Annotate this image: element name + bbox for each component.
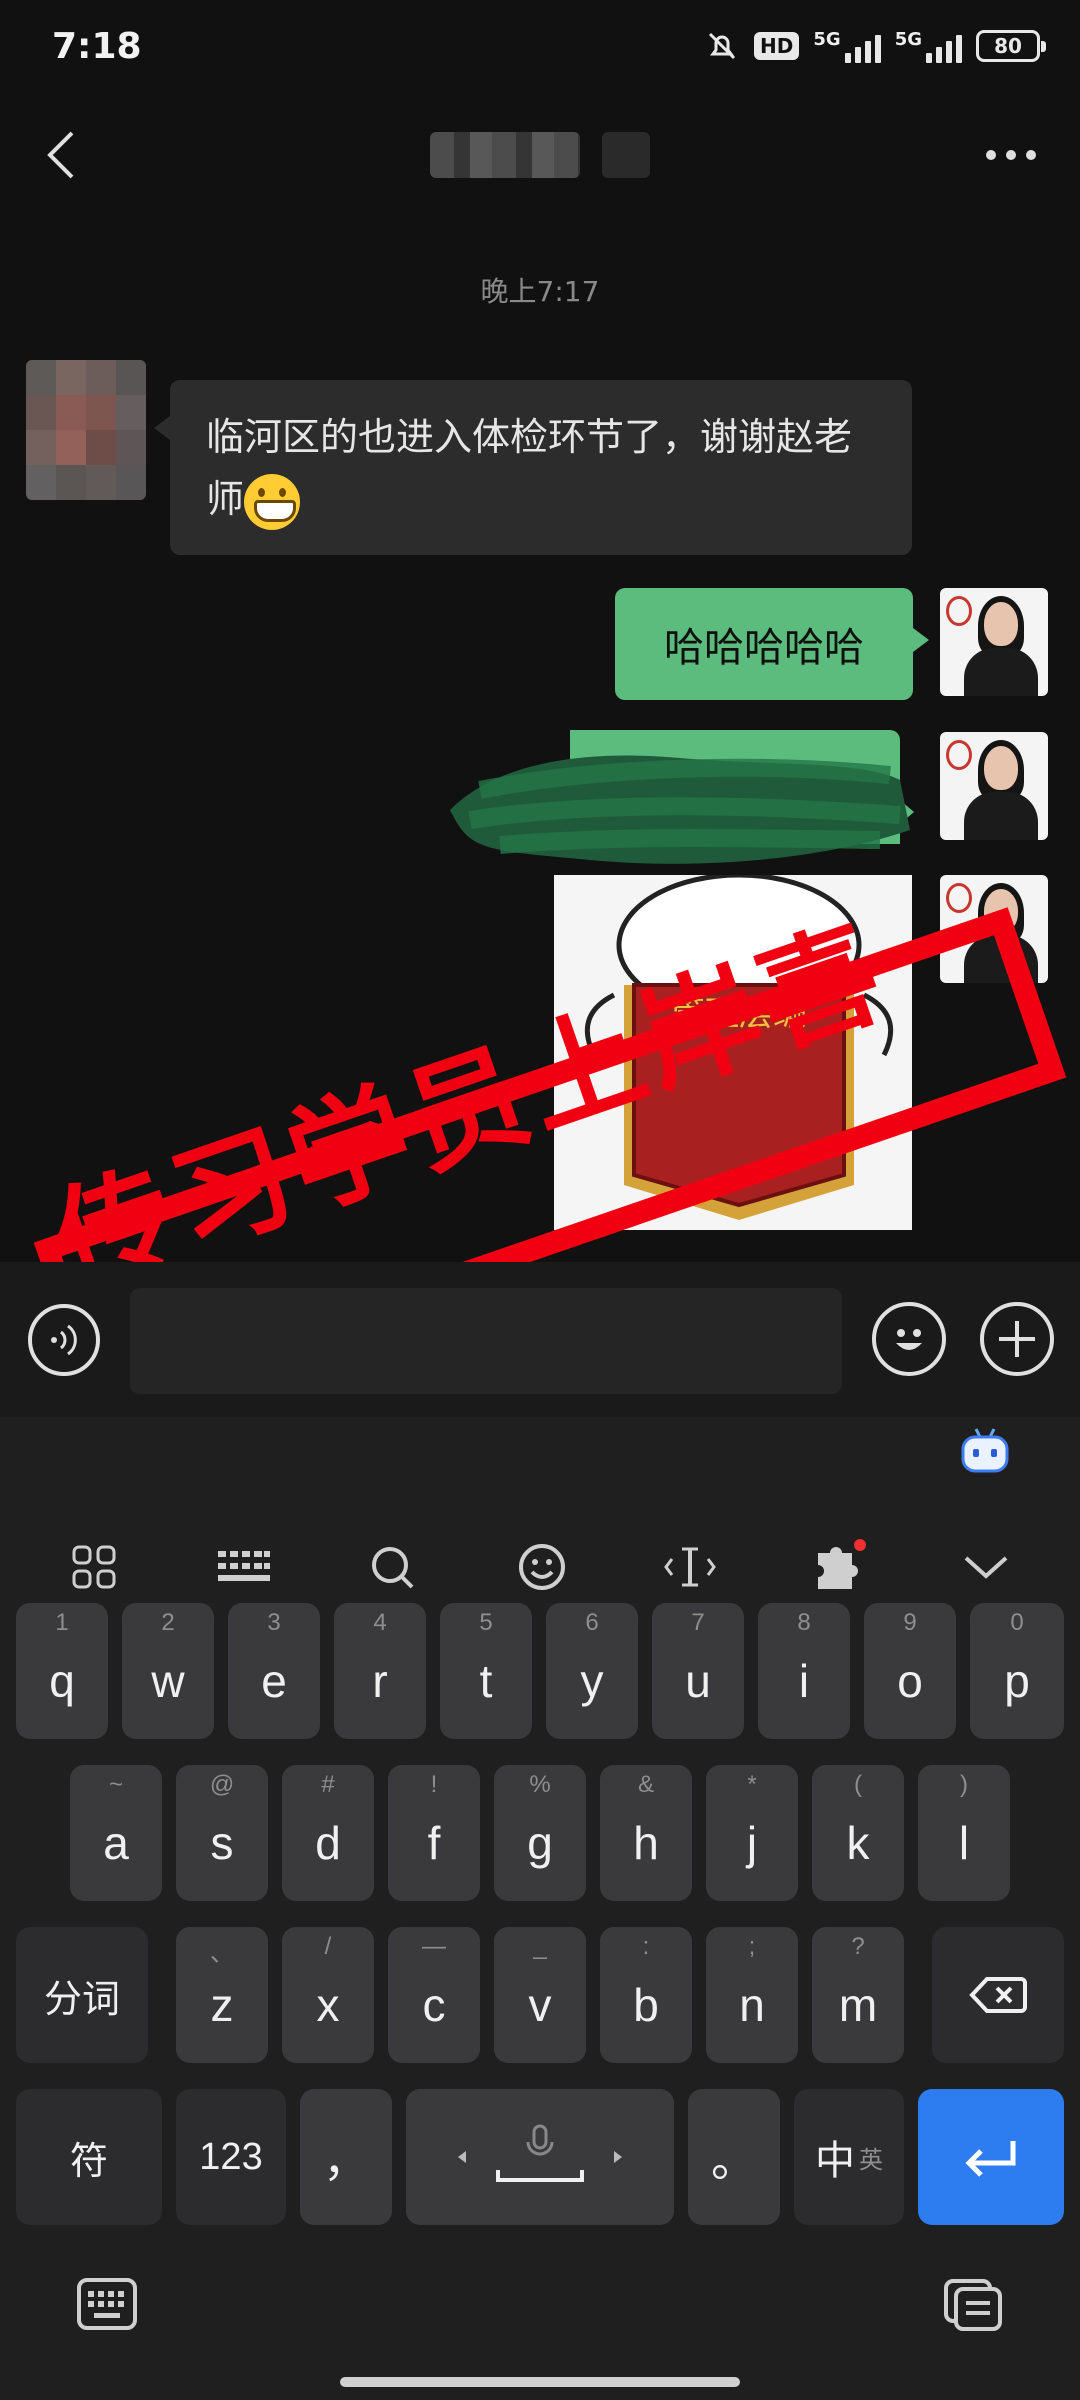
key-t[interactable]: 5t [440,1603,532,1739]
chat-header [0,100,1080,210]
key-symbols[interactable]: 符 [16,2089,162,2225]
incoming-message-bubble[interactable]: 临河区的也进入体检环节了，谢谢赵老师 [154,380,912,555]
space-mic-icon [458,2124,622,2182]
signal-icon-1: 5G [813,29,881,63]
key-e[interactable]: 3e [228,1603,320,1739]
network-label-1: 5G [813,29,841,50]
grinning-emoji-icon [244,473,301,530]
key-u[interactable]: 7u [652,1603,744,1739]
key-h[interactable]: & h [600,1765,692,1901]
key-language-switch[interactable]: 中英 [794,2089,904,2225]
status-bar: 7:18 HD 5G 5G 80 [0,0,1080,100]
soft-keyboard: 1q 2w 3e 4r 5t 6y 7u 8i 9o 0p ~ a @ s # d !… [0,1417,1080,2400]
key-l[interactable]: ) l [918,1765,1010,1901]
keyboard-toolbar [0,1517,1080,1617]
plus-icon [999,1321,1035,1357]
plugin-icon[interactable] [806,1535,870,1599]
more-dots-icon [986,150,1036,160]
emoji-icon[interactable] [510,1535,574,1599]
keyboard-switch-icon[interactable] [76,2277,138,2331]
chevron-down-icon[interactable] [954,1535,1018,1599]
emoji-button[interactable] [872,1302,946,1376]
key-n[interactable]: ; n [706,1927,798,2063]
blurred-name-block [430,132,580,178]
voice-input-button[interactable] [28,1304,100,1376]
chat-timestamp: 晚上7:17 [480,275,600,308]
incoming-message-text: 临河区的也进入体检环节了，谢谢赵老师 [206,415,853,521]
status-time: 7:18 [52,26,142,67]
more-options-button[interactable] [976,130,1046,180]
key-p[interactable]: 0p [970,1603,1064,1739]
key-x[interactable]: / x [282,1927,374,2063]
signal-icon-2: 5G [895,29,962,63]
key-a[interactable]: ~ a [70,1765,162,1901]
key-w[interactable]: 2w [122,1603,214,1739]
contact-avatar[interactable] [26,360,146,500]
key-q[interactable]: 1q [16,1603,108,1739]
key-numbers[interactable]: 123 [176,2089,286,2225]
enter-icon [965,2141,1016,2177]
key-i[interactable]: 8i [758,1603,850,1739]
key-r[interactable]: 4r [334,1603,426,1739]
key-g[interactable]: % g [494,1765,586,1901]
hd-badge: HD [754,32,800,60]
blurred-name-block [602,132,650,178]
key-period[interactable]: 。 [688,2089,780,2225]
keyboard-icon[interactable] [212,1535,276,1599]
key-s[interactable]: @ s [176,1765,268,1901]
key-comma[interactable]: ， [300,2089,392,2225]
my-avatar[interactable] [940,588,1048,696]
clipboard-icon[interactable] [942,2277,1004,2331]
backspace-icon [969,1977,1027,2013]
assistant-robot-icon[interactable] [960,1427,1010,1473]
key-fenci[interactable]: 分词 [16,1927,148,2063]
message-input-bar [0,1262,1080,1417]
network-label-2: 5G [894,29,922,50]
key-enter[interactable] [918,2089,1064,2225]
message-input[interactable] [130,1288,842,1394]
outgoing-message-text: 哈哈哈哈哈 [664,625,864,671]
voice-wave-icon [51,1324,77,1356]
outgoing-message-bubble[interactable]: 哈哈哈哈哈 [615,588,929,700]
key-j[interactable]: * j [706,1765,798,1901]
battery-level: 80 [994,34,1022,58]
key-f[interactable]: ! f [388,1765,480,1901]
contact-name-blurred [430,120,660,190]
smile-icon [896,1329,922,1350]
search-icon[interactable] [360,1535,424,1599]
key-m[interactable]: ? m [812,1927,904,2063]
cursor-icon[interactable] [658,1535,722,1599]
back-button[interactable] [36,120,86,190]
my-avatar[interactable] [940,732,1048,840]
battery-icon: 80 [976,30,1046,62]
key-d[interactable]: # d [282,1765,374,1901]
key-z[interactable]: 、 z [176,1927,268,2063]
key-k[interactable]: (k [812,1765,904,1901]
status-icons: HD 5G 5G 80 [704,28,1046,64]
more-functions-button[interactable] [980,1302,1054,1376]
home-indicator[interactable] [340,2377,740,2387]
apps-grid-icon[interactable] [62,1535,126,1599]
mute-bell-icon [708,32,736,60]
key-y[interactable]: 6y [546,1603,638,1739]
key-c[interactable]: — c [388,1927,480,2063]
key-backspace[interactable] [932,1927,1064,2063]
redacted-message-scribble [450,730,914,864]
key-b[interactable]: :b [600,1927,692,2063]
key-space[interactable] [406,2089,674,2225]
chevron-left-icon [47,131,74,179]
key-o[interactable]: 9o [864,1603,956,1739]
key-v[interactable]: _ v [494,1927,586,2063]
